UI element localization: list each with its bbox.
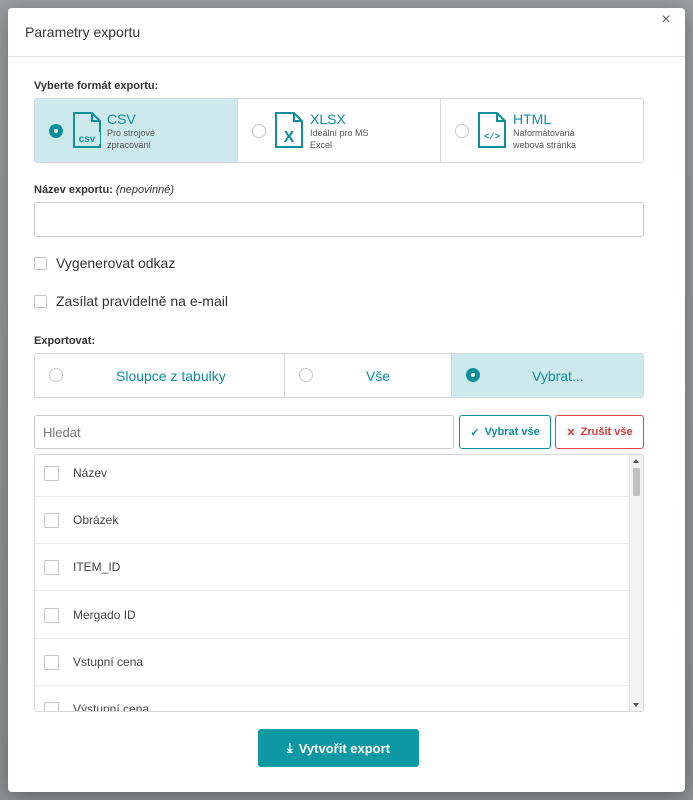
create-export-label: Vytvořit export — [298, 740, 390, 756]
export-all-radio[interactable] — [299, 368, 313, 382]
format-option-html[interactable]: </> HTML Naformátovaná webová stránka — [441, 99, 643, 162]
list-item-checkbox[interactable] — [44, 512, 59, 528]
export-columns-label: Sloupce z tabulky — [116, 368, 226, 384]
format-csv-desc: Pro strojové zpracování — [107, 128, 156, 150]
list-item-label: Výstupní cena — [73, 702, 150, 712]
list-item-label: ITEM_ID — [73, 560, 121, 574]
export-scope-label: Exportovat: — [34, 335, 96, 347]
list-item-checkbox[interactable] — [44, 654, 59, 670]
send-email-option[interactable]: Zasílat pravidelně na e-mail — [34, 292, 228, 310]
format-label: Vyberte formát exportu: — [34, 80, 159, 92]
export-dialog: Parametry exportu × Vyberte formát expor… — [8, 8, 685, 792]
html-file-icon: </> — [478, 112, 506, 148]
export-name-input[interactable] — [34, 202, 644, 237]
generate-link-option[interactable]: Vygenerovat odkaz — [34, 254, 175, 272]
cancel-all-label: Zrušit vše — [580, 426, 633, 438]
export-all-label: Vše — [366, 368, 391, 384]
list-item-label: Název — [73, 466, 108, 480]
select-all-label: Vybrat vše — [484, 426, 540, 438]
format-html-desc: Naformátovaná webová stránka — [513, 128, 577, 150]
list-item-label: Obrázek — [73, 513, 119, 527]
csv-file-icon: csv — [73, 112, 101, 148]
export-scope-selector: Sloupce z tabulky Vše Vybrat... — [34, 353, 644, 398]
close-icon: ✕ — [566, 426, 576, 439]
format-csv-name: CSV — [107, 111, 136, 127]
download-icon: ⤓ — [286, 740, 293, 755]
cancel-all-button[interactable]: ✕ Zrušit vše — [555, 415, 644, 449]
scroll-up-icon[interactable] — [633, 459, 639, 463]
select-all-button[interactable]: ✓ Vybrat vše — [459, 415, 551, 449]
create-export-button[interactable]: ⤓ Vytvořit export — [258, 729, 419, 767]
optional-hint: (nepovinné) — [115, 184, 175, 196]
export-option-columns[interactable]: Sloupce z tabulky — [35, 354, 285, 397]
list-item-label: Mergado ID — [73, 608, 136, 622]
list-item[interactable]: Název — [35, 455, 630, 497]
format-xlsx-radio[interactable] — [252, 124, 266, 138]
format-option-csv[interactable]: csv CSV Pro strojové zpracování — [35, 99, 238, 162]
csv-icon-text: csv — [79, 134, 96, 145]
send-email-label: Zasílat pravidelně na e-mail — [56, 293, 228, 309]
generate-link-checkbox[interactable] — [34, 256, 47, 270]
close-icon[interactable]: × — [657, 11, 675, 29]
list-item-checkbox[interactable] — [44, 607, 59, 623]
check-icon: ✓ — [470, 426, 480, 439]
excel-icon-text: X — [284, 129, 295, 146]
export-option-all[interactable]: Vše — [285, 354, 452, 397]
format-html-name: HTML — [513, 111, 552, 127]
scroll-down-icon[interactable] — [633, 703, 639, 707]
generate-link-label: Vygenerovat odkaz — [56, 255, 176, 271]
list-item-label: Vstupní cena — [73, 655, 144, 669]
list-item[interactable]: Mergado ID — [35, 592, 630, 639]
format-csv-radio[interactable] — [49, 124, 63, 138]
export-select-radio[interactable] — [466, 368, 480, 382]
format-html-radio[interactable] — [455, 124, 469, 138]
html-icon-text: </> — [484, 132, 500, 142]
format-xlsx-desc: Ideální pro MS Excel — [310, 128, 369, 150]
export-select-label: Vybrat... — [532, 368, 584, 384]
export-columns-radio[interactable] — [49, 368, 63, 382]
list-item[interactable]: Vstupní cena — [35, 639, 630, 686]
format-option-xlsx[interactable]: X XLSX Ideální pro MS Excel — [238, 99, 441, 162]
dialog-header: Parametry exportu × — [8, 8, 685, 57]
list-item-checkbox[interactable] — [44, 701, 59, 711]
list-scrollbar[interactable] — [629, 455, 643, 711]
list-item[interactable]: ITEM_ID — [35, 544, 630, 591]
export-option-select[interactable]: Vybrat... — [452, 354, 643, 397]
format-selector: csv CSV Pro strojové zpracování X XLSX I… — [34, 98, 644, 163]
export-name-label: Název exportu: (nepovinné) — [34, 184, 175, 196]
list-item[interactable]: Výstupní cena — [35, 686, 630, 712]
column-list[interactable]: Název Obrázek ITEM_ID Mergado ID Vstupní… — [34, 454, 644, 712]
list-item-checkbox[interactable] — [44, 559, 59, 575]
list-item[interactable]: Obrázek — [35, 497, 630, 544]
excel-file-icon: X — [275, 112, 303, 148]
search-input[interactable] — [34, 415, 454, 449]
scroll-thumb[interactable] — [633, 468, 640, 496]
send-email-checkbox[interactable] — [34, 294, 47, 308]
format-xlsx-name: XLSX — [310, 111, 346, 127]
list-item-checkbox[interactable] — [44, 465, 59, 481]
dialog-title: Parametry exportu — [25, 24, 141, 40]
